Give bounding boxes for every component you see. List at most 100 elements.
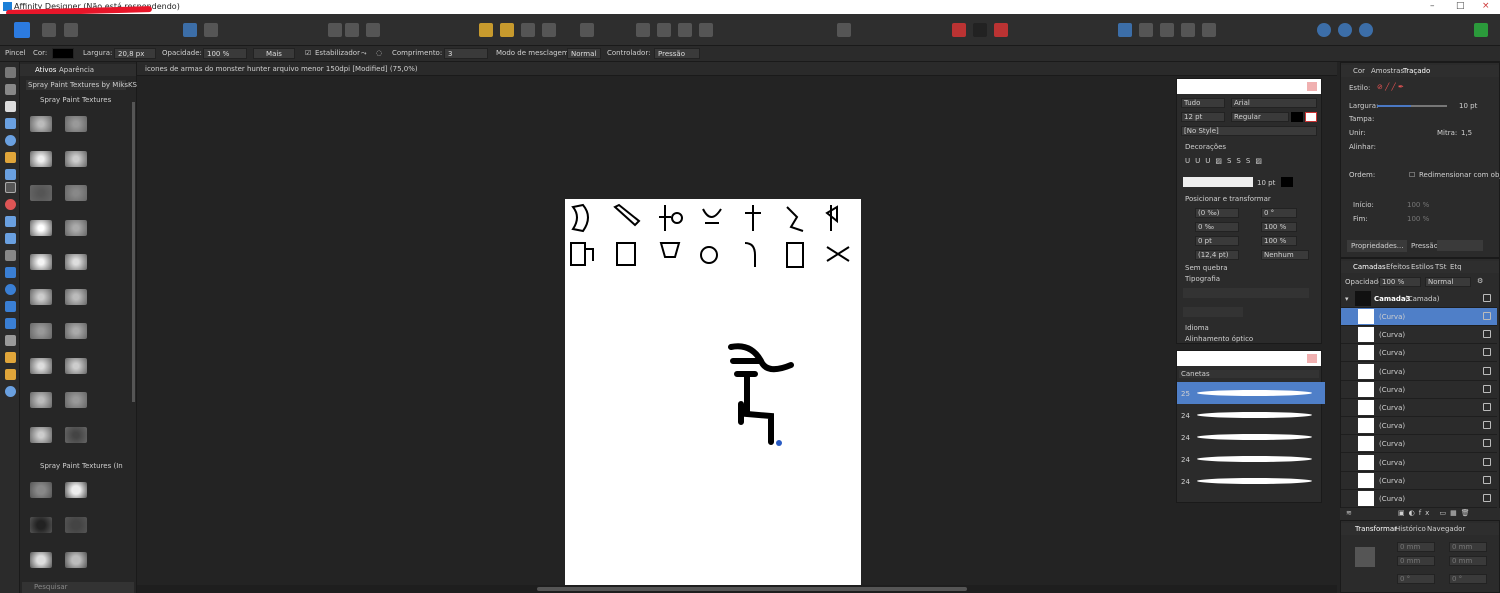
layer-row[interactable]: (Curva) [1341, 399, 1497, 417]
asset-texture-swatch[interactable] [65, 482, 87, 498]
decoration-line-swatch[interactable] [1183, 177, 1253, 187]
layer-row[interactable]: (Curva) [1341, 326, 1497, 345]
pencil-tool-icon[interactable] [5, 169, 16, 180]
expand-chevron-icon[interactable]: ▾ [1345, 295, 1349, 303]
tab-appearance[interactable]: Aparência [59, 66, 94, 74]
layer-row[interactable]: (Curva) [1341, 363, 1497, 381]
visibility-checkbox[interactable] [1483, 312, 1491, 320]
decoration-buttons[interactable]: UUU▨SSS▨ [1185, 157, 1267, 165]
miter-value[interactable]: 1,5 [1461, 129, 1472, 137]
artboard[interactable] [565, 199, 861, 585]
flip-horizontal-icon[interactable] [636, 23, 650, 37]
rotation-field[interactable]: 0 ° [1261, 208, 1297, 218]
boolean-divide-icon[interactable] [1202, 23, 1216, 37]
visibility-checkbox[interactable] [1483, 366, 1491, 375]
asset-texture-swatch[interactable] [65, 254, 87, 270]
tab-assets[interactable]: Ativos [35, 66, 56, 74]
visibility-checkbox[interactable] [1483, 494, 1491, 502]
brush-item[interactable]: 24 [1177, 426, 1325, 448]
text-tool-icon[interactable] [5, 335, 16, 346]
length-field[interactable]: 3 [444, 48, 488, 59]
brush-item[interactable]: 24 [1177, 404, 1325, 426]
tracking-field[interactable]: 0 ‰ [1195, 222, 1239, 232]
start-scale[interactable]: 100 % [1407, 201, 1429, 209]
ellipse-tool-icon[interactable] [5, 284, 16, 295]
visibility-checkbox[interactable] [1483, 348, 1491, 357]
eyedropper-tool-icon[interactable] [5, 352, 16, 363]
visibility-checkbox[interactable] [1483, 421, 1491, 430]
opacity-field[interactable]: 100 % [203, 48, 247, 59]
stabilizer-checkbox[interactable]: ☑ [305, 49, 311, 57]
scope-select[interactable]: Tudo [1181, 98, 1225, 108]
asset-texture-swatch[interactable] [30, 150, 52, 167]
pixel-snap-icon[interactable] [345, 23, 359, 37]
horizontal-scale-field[interactable]: 100 % [1261, 236, 1297, 246]
share-icon[interactable] [183, 23, 197, 37]
export-persona-icon[interactable] [64, 23, 78, 37]
minimize-button[interactable]: – [1430, 1, 1435, 11]
asset-category-select[interactable]: Spray Paint Textures by MiksKS [26, 80, 137, 90]
arrange-back-icon[interactable] [521, 23, 535, 37]
layer-row[interactable]: (Curva) [1341, 308, 1497, 326]
tab-color[interactable]: Cor [1353, 67, 1365, 75]
brush-category-select[interactable]: Canetas [1179, 370, 1319, 378]
typography-header[interactable]: Tipografia [1185, 275, 1220, 283]
asset-texture-swatch[interactable] [65, 552, 87, 568]
layer-opacity-field[interactable]: 100 % [1379, 277, 1421, 287]
decoration-color-swatch[interactable] [1281, 177, 1293, 187]
layer-settings-icon[interactable]: ⚙ [1477, 277, 1483, 285]
transform-x[interactable]: 0 mm [1397, 542, 1435, 552]
zoom-tool-icon[interactable] [5, 386, 16, 397]
layer-stack-icon[interactable]: ≋ [1346, 509, 1352, 517]
transform-rotation[interactable]: 0 ° [1397, 574, 1435, 584]
transform-icon[interactable] [366, 23, 380, 37]
layer-action-icons[interactable]: ▣◐fx ▭▦🗑 [1398, 509, 1474, 517]
assets-search-input[interactable]: Pesquisar [22, 582, 134, 593]
visibility-checkbox[interactable] [1483, 403, 1491, 411]
tab-tags[interactable]: Etq [1450, 263, 1462, 271]
transform-w[interactable]: 0 mm [1449, 542, 1487, 552]
layer-row[interactable]: (Curva) [1341, 472, 1497, 490]
asset-texture-swatch[interactable] [30, 288, 52, 305]
controller-select[interactable]: Pressão [654, 48, 700, 59]
asset-texture-swatch[interactable] [65, 517, 87, 533]
layer-row[interactable]: (Curva) [1341, 417, 1497, 436]
rounded-rect-tool-icon[interactable] [5, 301, 16, 312]
layer-row[interactable]: (Curva) [1341, 435, 1497, 454]
blend-select[interactable]: Normal [567, 48, 601, 59]
font-select[interactable]: Arial [1231, 98, 1317, 108]
brush-color-swatch[interactable] [52, 48, 74, 59]
tab-history[interactable]: Histórico [1395, 525, 1426, 533]
layer-row[interactable]: (Curva) [1341, 454, 1497, 472]
layer-blend-select[interactable]: Normal [1425, 277, 1471, 287]
nobreak-label[interactable]: Sem quebra [1185, 264, 1228, 272]
tab-navigator[interactable]: Navegador [1427, 525, 1465, 533]
layer-row-root[interactable]: ▾ Camada3 (Camada) [1341, 290, 1497, 308]
scale-checkbox[interactable]: ☐ [1409, 171, 1415, 179]
typography-options[interactable] [1183, 307, 1243, 317]
asset-texture-swatch[interactable] [30, 219, 52, 236]
insert-target-icon[interactable] [837, 23, 851, 37]
leading-field[interactable]: (12,4 pt) [1195, 250, 1239, 260]
assistant-icon[interactable] [204, 23, 218, 37]
brush-item[interactable]: 25 [1177, 382, 1325, 404]
document-tab[interactable]: icones de armas do monster hunter arquiv… [137, 62, 1337, 76]
asset-texture-swatch[interactable] [30, 517, 52, 533]
asset-texture-swatch[interactable] [30, 552, 52, 568]
horizontal-scrollbar[interactable] [137, 585, 1337, 593]
snapping-magnet-icon[interactable] [994, 23, 1008, 37]
visibility-checkbox[interactable] [1483, 330, 1491, 339]
brush-item[interactable]: 24 [1177, 448, 1325, 470]
asset-texture-swatch[interactable] [30, 254, 52, 270]
pen-tool-icon[interactable] [5, 152, 16, 163]
transparency-tool-icon[interactable] [5, 216, 16, 227]
designer-persona-icon[interactable] [14, 22, 30, 38]
tab-text-styles[interactable]: TSt [1435, 263, 1446, 271]
brushes-close-icon[interactable] [1307, 354, 1317, 363]
script-select[interactable]: Nenhum [1261, 250, 1309, 260]
triangle-tool-icon[interactable] [5, 318, 16, 329]
visibility-checkbox[interactable] [1483, 475, 1491, 484]
brush-item[interactable]: 24 [1177, 470, 1325, 492]
typography-buttons[interactable] [1183, 288, 1309, 298]
corner-tool-icon[interactable] [5, 118, 16, 129]
